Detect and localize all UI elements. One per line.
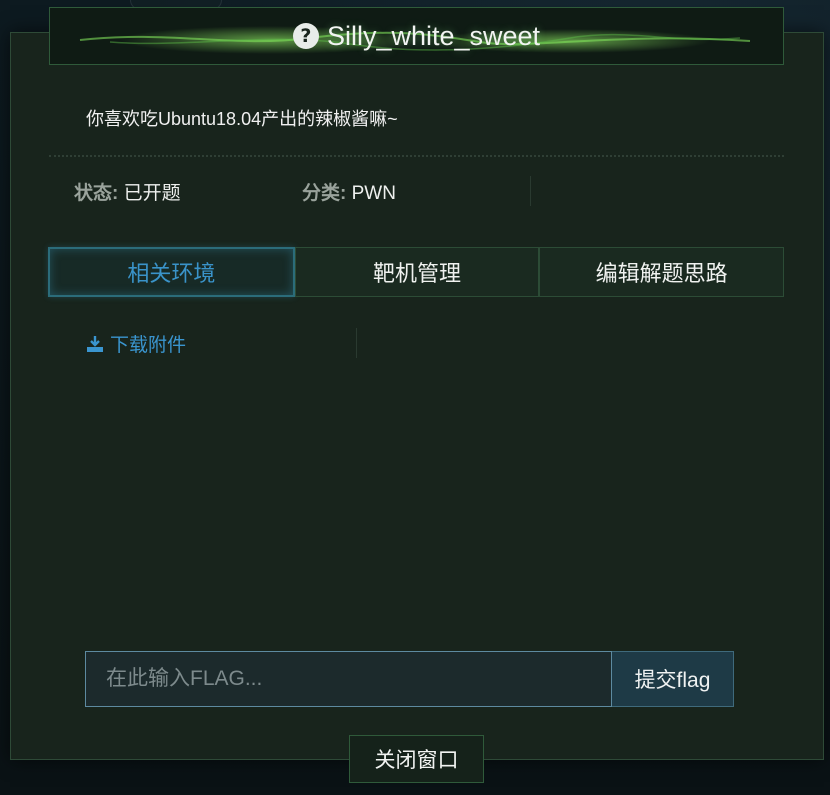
- tab-environment[interactable]: 相关环境: [48, 247, 295, 297]
- tab-bar: 相关环境 靶机管理 编辑解题思路: [48, 247, 785, 297]
- status-value: 已开题: [123, 183, 181, 204]
- question-circle-icon: ?: [292, 23, 319, 49]
- modal-title: Silly_white_sweet: [326, 20, 541, 51]
- status-field: 状态: 已开题: [74, 178, 181, 205]
- challenge-description: 你喜欢吃Ubuntu18.04产出的辣椒酱嘛~: [86, 109, 398, 129]
- close-window-button[interactable]: 关闭窗口: [349, 735, 484, 783]
- tab-target-machine[interactable]: 靶机管理: [294, 247, 540, 297]
- meta-separator: [530, 176, 531, 206]
- tab-edit-writeup[interactable]: 编辑解题思路: [539, 247, 785, 297]
- status-label: 状态:: [74, 183, 119, 204]
- download-icon: [87, 335, 103, 352]
- category-value: PWN: [351, 183, 396, 204]
- download-label: 下载附件: [110, 335, 187, 356]
- flag-input[interactable]: [85, 651, 612, 707]
- modal-header: ? Silly_white_sweet: [49, 7, 784, 65]
- section-divider: [49, 155, 784, 157]
- download-attachment-link[interactable]: 下载附件: [86, 330, 186, 357]
- submit-flag-button[interactable]: 提交flag: [612, 651, 734, 707]
- download-separator: [356, 328, 357, 358]
- category-field: 分类: PWN: [302, 178, 396, 205]
- category-label: 分类:: [302, 183, 347, 204]
- flag-submit-row: 提交flag: [85, 651, 734, 707]
